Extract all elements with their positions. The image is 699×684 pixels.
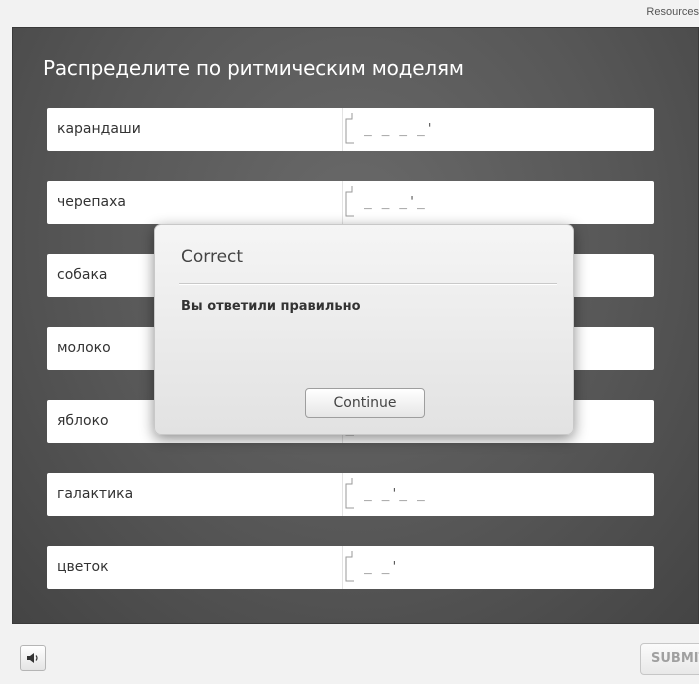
feedback-dialog: Correct Вы ответили правильно Continue bbox=[154, 224, 574, 435]
word-label: карандаши bbox=[57, 121, 141, 137]
sound-button[interactable] bbox=[20, 645, 46, 671]
word-label: собака bbox=[57, 267, 108, 283]
match-row: черепаха _ _ _'_ bbox=[47, 181, 654, 224]
row-divider bbox=[342, 181, 343, 224]
pattern-drop-zone[interactable]: _ _ _'_ bbox=[344, 186, 644, 219]
match-row: галактика _ _'_ _ bbox=[47, 473, 654, 516]
bottom-bar bbox=[0, 624, 699, 684]
dialog-message: Вы ответили правильно bbox=[181, 299, 361, 314]
rhythm-pattern: _ _' bbox=[364, 560, 400, 575]
word-label: яблоко bbox=[57, 413, 109, 429]
bracket-icon bbox=[345, 113, 354, 144]
bracket-icon bbox=[345, 186, 354, 217]
word-label: черепаха bbox=[57, 194, 126, 210]
resources-link[interactable]: Resources bbox=[646, 6, 699, 18]
pattern-drop-zone[interactable]: _ _'_ _ bbox=[344, 478, 644, 511]
row-divider bbox=[342, 546, 343, 589]
dialog-title: Correct bbox=[181, 247, 244, 267]
row-divider bbox=[342, 108, 343, 151]
word-label: цветок bbox=[57, 559, 109, 575]
pattern-drop-zone[interactable]: _ _' bbox=[344, 551, 644, 584]
word-label: галактика bbox=[57, 486, 134, 502]
word-label: молоко bbox=[57, 340, 111, 356]
dialog-divider bbox=[179, 283, 557, 284]
rhythm-pattern: _ _ _'_ bbox=[364, 195, 426, 210]
pattern-drop-zone[interactable]: _ _ _ _' bbox=[344, 113, 644, 146]
bracket-icon bbox=[345, 551, 354, 582]
submit-button[interactable]: SUBMIT bbox=[640, 643, 699, 675]
match-row: карандаши _ _ _ _' bbox=[47, 108, 654, 151]
activity-title: Распределите по ритмическим моделям bbox=[43, 56, 464, 80]
continue-button[interactable]: Continue bbox=[305, 388, 425, 418]
rhythm-pattern: _ _'_ _ bbox=[364, 487, 426, 502]
rhythm-pattern: _ _ _ _' bbox=[364, 122, 435, 137]
speaker-icon bbox=[27, 653, 38, 663]
row-divider bbox=[342, 473, 343, 516]
bracket-icon bbox=[345, 478, 354, 509]
match-row: цветок _ _' bbox=[47, 546, 654, 589]
